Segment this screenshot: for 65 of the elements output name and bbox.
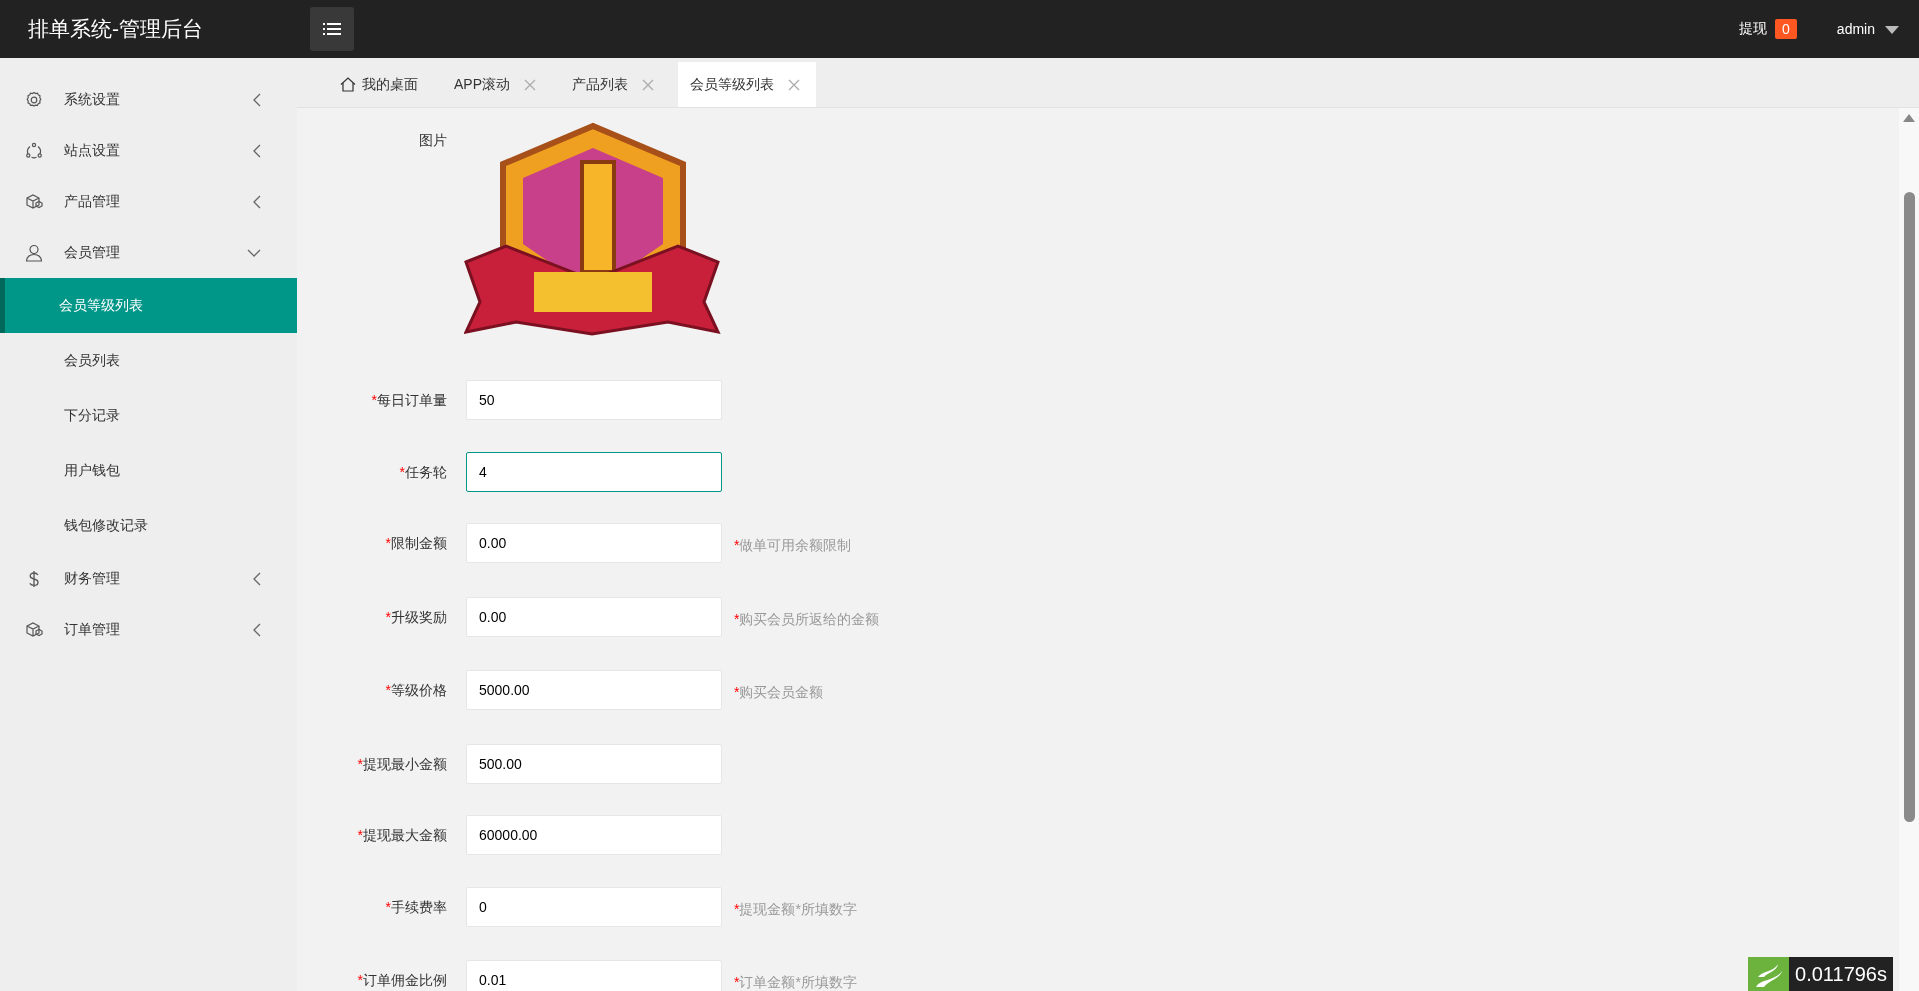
- user-menu[interactable]: admin: [1836, 21, 1875, 37]
- input-field[interactable]: 0.00: [466, 523, 722, 563]
- input-field[interactable]: 500.00: [466, 743, 722, 784]
- field-label: *订单佣金比例: [357, 972, 447, 988]
- chevron-left-icon: [253, 143, 261, 158]
- sidebar-subitem[interactable]: 下分记录: [0, 388, 297, 443]
- menu-button[interactable]: [310, 7, 354, 51]
- cube-icon: [25, 192, 43, 211]
- scroll-up-icon[interactable]: [1903, 114, 1915, 122]
- field-hint: *做单可用余额限制: [734, 536, 852, 555]
- input-field[interactable]: 60000.00: [466, 815, 722, 855]
- cube-icon: [25, 620, 43, 639]
- sidebar-subitem[interactable]: 会员等级列表: [0, 278, 297, 333]
- chevron-left-icon: [253, 92, 261, 107]
- chevron-left-icon: [253, 194, 261, 209]
- field-hint: *提现金额*所填数字: [734, 899, 857, 919]
- input-field[interactable]: 0.01: [466, 960, 722, 991]
- field-label: *提现最小金额: [357, 755, 447, 772]
- nodes-icon: [25, 141, 43, 160]
- withdraw-link[interactable]: 提现: [1739, 20, 1768, 38]
- input-field[interactable]: 5000.00: [466, 670, 722, 710]
- sidebar-subitem[interactable]: 用户钱包: [0, 443, 297, 498]
- field-hint: *订单金额*所填数字: [734, 973, 857, 991]
- field-label: 图片: [419, 132, 447, 148]
- field-hint: *购买会员所返给的金额: [734, 609, 880, 629]
- input-field[interactable]: 4: [466, 451, 722, 492]
- menu-icon: [323, 22, 341, 36]
- user-icon: [25, 243, 43, 262]
- sidebar-item[interactable]: 系统设置: [0, 74, 297, 125]
- input-field[interactable]: 0: [466, 886, 722, 927]
- gear-icon: [25, 90, 43, 109]
- caret-icon: [1885, 26, 1899, 34]
- input-field[interactable]: 50: [466, 380, 722, 420]
- tab[interactable]: 我的桌面: [314, 62, 434, 107]
- chevron-left-icon: [253, 622, 261, 637]
- field-label: *等级价格: [385, 682, 447, 698]
- logo-icon: [1748, 957, 1790, 991]
- field-label: *限制金额: [385, 535, 447, 551]
- field-label: *每日订单量: [371, 392, 447, 408]
- sidebar-subitem[interactable]: 会员列表: [0, 333, 297, 388]
- close-icon[interactable]: [524, 78, 536, 91]
- chevron-left-icon: [253, 571, 261, 586]
- home-icon: [340, 77, 356, 92]
- app-title: 排单系统-管理后台: [27, 16, 204, 42]
- field-label: *提现最大金额: [357, 827, 447, 843]
- sidebar-subitem[interactable]: 钱包修改记录: [0, 498, 297, 553]
- sidebar-item[interactable]: 会员管理: [0, 227, 297, 278]
- close-icon[interactable]: [642, 78, 654, 91]
- tab[interactable]: 会员等级列表: [678, 62, 816, 107]
- field-label: *任务轮: [399, 463, 447, 480]
- sidebar-item[interactable]: 财务管理: [0, 553, 297, 604]
- scrollbar-thumb[interactable]: [1903, 192, 1915, 822]
- field-label: *升级奖励: [385, 608, 447, 625]
- close-icon[interactable]: [788, 78, 800, 91]
- count-badge: 0: [1775, 19, 1797, 39]
- sidebar-item[interactable]: 订单管理: [0, 604, 297, 655]
- field-hint: *购买会员金额: [734, 683, 824, 702]
- sidebar-item[interactable]: 产品管理: [0, 176, 297, 227]
- timing-readout: 0.011796s: [1789, 957, 1893, 991]
- input-field[interactable]: 0.00: [466, 596, 722, 637]
- tab[interactable]: APP滚动: [442, 62, 552, 107]
- chevron-down-icon: [247, 248, 261, 257]
- sidebar-item[interactable]: 站点设置: [0, 125, 297, 176]
- tab[interactable]: 产品列表: [560, 62, 670, 107]
- field-label: *手续费率: [385, 898, 447, 915]
